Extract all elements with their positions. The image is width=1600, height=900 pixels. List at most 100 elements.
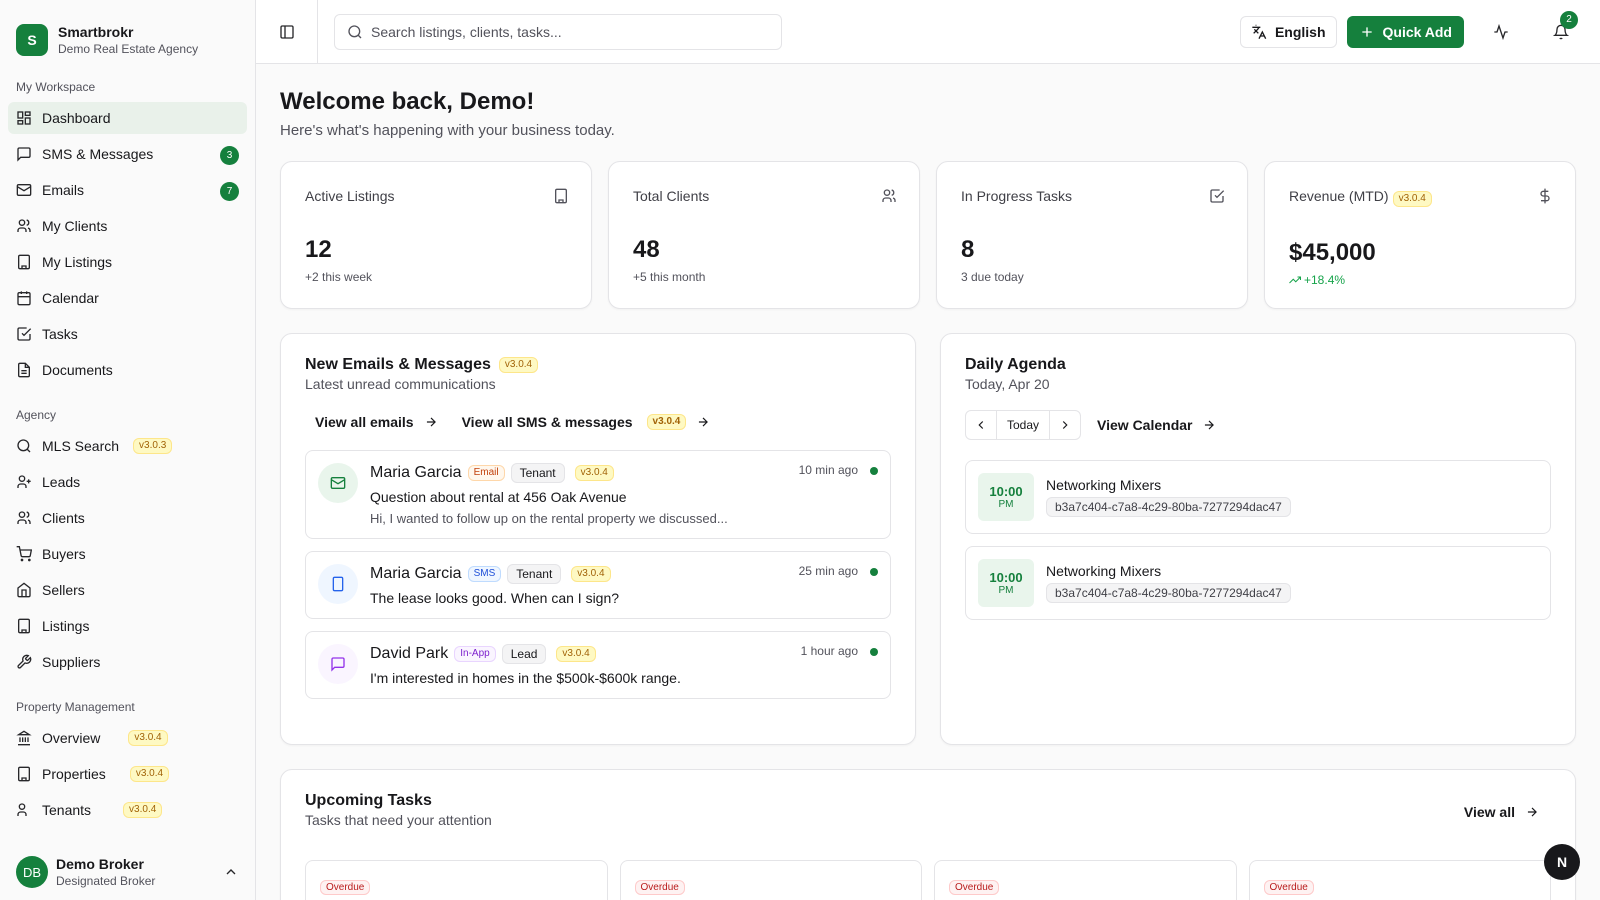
view-calendar-link[interactable]: View Calendar [1097, 417, 1216, 433]
event-time-value: 10:00 [989, 570, 1023, 585]
sidebar-item-my-listings[interactable]: My Listings [8, 246, 247, 278]
overdue-badge: Overdue [1263, 880, 1314, 895]
sidebar-item-buyers[interactable]: Buyers [8, 538, 247, 570]
sidebar-item-label: SMS & Messages [42, 146, 154, 162]
task-card[interactable]: Overdue [1248, 860, 1551, 900]
role-badge: Tenant [510, 463, 565, 483]
sidebar-item-emails[interactable]: Emails 7 [8, 174, 247, 206]
sidebar-item-dashboard[interactable]: Dashboard [8, 102, 247, 134]
message-icon [318, 644, 358, 684]
task-card[interactable]: Overdue [934, 860, 1237, 900]
sidebar-item-label: Documents [42, 362, 113, 378]
stat-value: 8 [961, 236, 975, 263]
stat-card-revenue[interactable]: Revenue (MTD) v3.0.4 $45,000 +18.4% [1264, 161, 1576, 309]
mail-icon [318, 463, 358, 503]
wrench-icon [16, 654, 32, 670]
sidebar-item-label: MLS Search [42, 438, 120, 454]
sidebar-item-label: Suppliers [42, 654, 101, 670]
message-time: 25 min ago [798, 564, 858, 578]
dollar-icon [1537, 188, 1553, 204]
sidebar-item-mls-search[interactable]: MLS Search v3.0.3 [8, 430, 247, 462]
sender-name: Maria Garcia [370, 565, 462, 582]
channel-badge: Email [467, 465, 505, 481]
sidebar-item-sms[interactable]: SMS & Messages 3 [8, 138, 247, 170]
agenda-item[interactable]: 10:00 PM Networking Mixers b3a7c404-c7a8… [965, 546, 1551, 620]
sidebar-item-label: Emails [42, 182, 85, 198]
view-all-sms-link[interactable]: View all SMS & messages v3.0.4 [462, 414, 711, 430]
message-preview: Hi, I wanted to follow up on the rental … [370, 511, 728, 526]
search-icon [347, 24, 363, 40]
quick-add-label: Quick Add [1382, 23, 1453, 40]
event-time-ampm: PM [998, 499, 1014, 510]
task-card[interactable]: Overdue [619, 860, 922, 900]
sidebar-item-clients[interactable]: Clients [8, 502, 247, 534]
sidebar-item-tenants[interactable]: Tenants v3.0.4 [8, 794, 247, 826]
link-label: View Calendar [1097, 417, 1193, 433]
previous-day-button[interactable] [966, 411, 997, 439]
message-item[interactable]: Maria Garcia SMS Tenant v3.0.4 The lease… [305, 551, 891, 619]
stat-label: In Progress Tasks [961, 188, 1073, 204]
stat-trend: +18.4% [1289, 273, 1551, 287]
stat-card-total-clients[interactable]: Total Clients 48 +5 this month [608, 161, 920, 309]
stat-card-active-listings[interactable]: Active Listings 12 +2 this week [280, 161, 592, 309]
notifications-button[interactable]: 2 [1544, 10, 1578, 49]
sidebar-item-label: Properties [42, 766, 106, 782]
floating-assistant-button[interactable]: N [1544, 844, 1580, 880]
event-time: 10:00 PM [978, 559, 1034, 607]
agenda-item[interactable]: 10:00 PM Networking Mixers b3a7c404-c7a8… [965, 460, 1551, 534]
unread-count-badge: 3 [220, 146, 239, 165]
sidebar-item-sellers[interactable]: Sellers [8, 574, 247, 606]
language-button[interactable]: English [1239, 15, 1337, 48]
stats-row: Active Listings 12 +2 this week Total Cl… [280, 161, 1576, 309]
sidebar-item-suppliers[interactable]: Suppliers [8, 646, 247, 678]
card-subtitle: Latest unread communications [305, 376, 496, 392]
view-all-emails-link[interactable]: View all emails [315, 414, 438, 430]
message-item[interactable]: Maria Garcia Email Tenant v3.0.4 Questio… [305, 450, 891, 539]
sidebar-item-my-clients[interactable]: My Clients [8, 210, 247, 242]
user-menu[interactable]: DB Demo Broker Designated Broker [0, 844, 255, 900]
sender-name: David Park [370, 645, 449, 662]
task-card[interactable]: Overdue [305, 860, 608, 900]
landmark-icon [16, 730, 32, 746]
check-square-icon [1209, 188, 1225, 204]
card-title: New Emails & Messages [305, 356, 491, 373]
today-button[interactable]: Today [997, 411, 1051, 439]
sidebar-item-label: Sellers [42, 582, 85, 598]
role-badge: Tenant [507, 564, 562, 584]
activity-button[interactable] [1484, 15, 1518, 49]
cart-icon [16, 546, 32, 562]
sidebar-item-calendar[interactable]: Calendar [8, 282, 247, 314]
channel-badge: SMS [467, 566, 502, 582]
building-icon [553, 188, 569, 204]
card-title: Upcoming Tasks [305, 792, 432, 809]
top-header: English Quick Add 2 [256, 0, 1600, 64]
sidebar-item-overview[interactable]: Overview v3.0.4 [8, 722, 247, 754]
sidebar-item-tasks[interactable]: Tasks [8, 318, 247, 350]
stat-value: 12 [305, 236, 332, 263]
sidebar-item-label: Calendar [42, 290, 99, 306]
message-subject: I'm interested in homes in the $500k-$60… [370, 670, 681, 686]
quick-add-button[interactable]: Quick Add [1346, 15, 1464, 48]
next-day-button[interactable] [1050, 411, 1080, 439]
sidebar-item-label: Overview [42, 730, 101, 746]
view-all-tasks-link[interactable]: View all [1464, 804, 1539, 820]
stat-label: Revenue (MTD) v3.0.4 [1289, 188, 1551, 207]
sidebar-toggle-button[interactable] [256, 0, 318, 64]
upcoming-tasks-card: Upcoming Tasks Tasks that need your atte… [280, 769, 1576, 900]
event-id: b3a7c404-c7a8-4c29-80ba-7277294dac47 [1046, 583, 1291, 603]
search-input[interactable] [371, 23, 769, 40]
brand-name: Smartbrokr [58, 24, 134, 40]
sidebar-item-listings[interactable]: Listings [8, 610, 247, 642]
sidebar-item-properties[interactable]: Properties v3.0.4 [8, 758, 247, 790]
search-box[interactable] [334, 13, 782, 50]
sidebar-item-documents[interactable]: Documents [8, 354, 247, 386]
brand[interactable]: S Smartbrokr Demo Real Estate Agency [0, 0, 255, 64]
sidebar-item-leads[interactable]: Leads [8, 466, 247, 498]
language-label: English [1274, 23, 1326, 40]
avatar: DB [16, 856, 48, 888]
stat-label-text: Revenue (MTD) [1289, 188, 1389, 204]
event-title: Networking Mixers [1046, 563, 1162, 579]
stat-card-in-progress-tasks[interactable]: In Progress Tasks 8 3 due today [936, 161, 1248, 309]
mail-icon [16, 182, 32, 198]
message-item[interactable]: David Park In-App Lead v3.0.4 I'm intere… [305, 631, 891, 699]
